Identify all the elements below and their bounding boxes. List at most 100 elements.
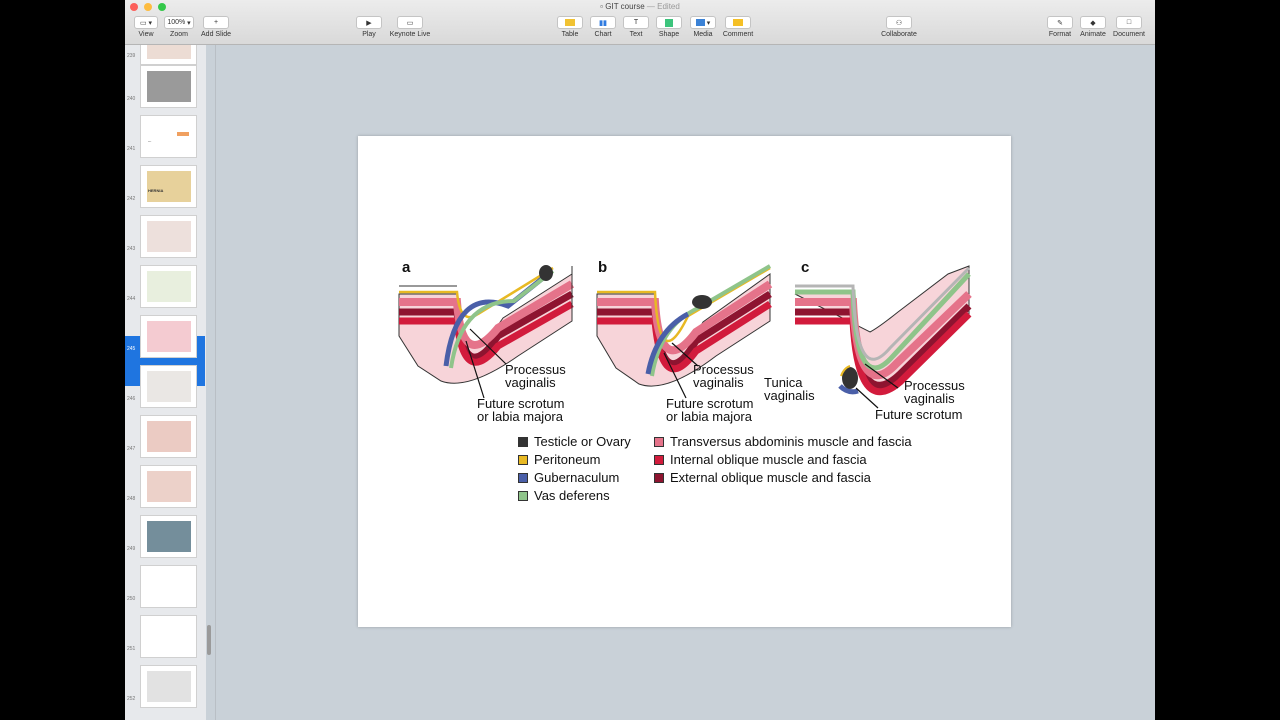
navigator-scrollbar[interactable]	[207, 625, 211, 655]
panel-a-label: a	[402, 259, 411, 276]
legend-swatch	[518, 473, 528, 483]
thumbnail-preview	[147, 371, 191, 402]
legend-label: Peritoneum	[534, 452, 601, 467]
add-slide-button[interactable]: + Add Slide	[201, 16, 231, 38]
thumbnail-preview	[177, 132, 189, 136]
add-slide-label: Add Slide	[201, 31, 231, 38]
slide-canvas[interactable]: a b c Processus vaginalis Future scrotum…	[358, 136, 1011, 627]
thumbnail-preview	[147, 621, 191, 652]
thumbnail-preview	[147, 221, 191, 252]
thumbnail-text: HERNIA	[148, 188, 164, 193]
chart-icon: ▮▮	[590, 16, 616, 29]
panel-c-label: c	[801, 259, 810, 276]
legend-swatch	[518, 455, 528, 465]
annotation-c-future: Future scrotum	[875, 407, 963, 422]
annotation-text: vaginalis	[904, 391, 955, 406]
thumbnail-preview	[147, 45, 191, 59]
zoom-button-control[interactable]: 100% ▾ Zoom	[163, 16, 195, 38]
slide-number: 241	[127, 146, 136, 152]
legend-swatch	[654, 455, 664, 465]
shape-label: Shape	[658, 31, 680, 38]
media-button[interactable]: ▾ Media	[690, 16, 716, 38]
thumbnail-preview	[147, 671, 191, 702]
legend-swatch	[518, 491, 528, 501]
legend-swatch	[654, 473, 664, 483]
sidebar-icon: ▭ ▾	[134, 16, 158, 29]
slide-thumbnail[interactable]: ...	[140, 115, 197, 158]
slide-thumbnail[interactable]	[140, 415, 197, 458]
play-label: Play	[362, 31, 376, 38]
slide-thumbnail[interactable]	[140, 465, 197, 508]
animate-icon: ◆	[1080, 16, 1106, 29]
slide-number: 242	[127, 196, 136, 202]
play-icon: ▶	[356, 16, 382, 29]
slide-number: 247	[127, 446, 136, 452]
thumbnail-preview	[147, 71, 191, 102]
slide-thumbnail[interactable]	[140, 565, 197, 608]
slide-number: 240	[127, 96, 136, 102]
annotation-text: vaginalis	[693, 375, 744, 390]
annotation-text: or labia majora	[666, 409, 752, 424]
legend-swatch	[518, 437, 528, 447]
slide-number: 246	[127, 396, 136, 402]
annotation-c-tunica: Tunica vaginalis	[764, 376, 815, 402]
view-label: View	[138, 31, 154, 38]
slide-number: 239	[127, 53, 136, 59]
view-button[interactable]: ▭ ▾ View	[133, 16, 159, 38]
text-icon: T	[623, 16, 649, 29]
plus-icon: +	[203, 16, 229, 29]
zoom-select[interactable]: 100% ▾	[164, 16, 194, 29]
slide-thumbnail[interactable]	[140, 665, 197, 708]
window-title: ▫ GIT course — Edited	[125, 2, 1155, 11]
slide-number: 248	[127, 496, 136, 502]
toolbar: ▫ GIT course — Edited ▭ ▾ View 100% ▾ Zo…	[125, 0, 1155, 45]
table-button[interactable]: Table	[557, 16, 583, 38]
slide-number: 244	[127, 296, 136, 302]
slide-thumbnail[interactable]	[140, 315, 197, 358]
shape-button[interactable]: Shape	[656, 16, 682, 38]
annotation-c-processus: Processus vaginalis	[904, 379, 965, 405]
format-button[interactable]: ✎ Format	[1045, 16, 1075, 38]
legend-label: Transversus abdominis muscle and fascia	[670, 434, 912, 449]
collaborate-button[interactable]: ⚇ Collaborate	[877, 16, 921, 38]
panel-b-label: b	[598, 259, 608, 276]
window-title-text: GIT course	[605, 2, 645, 11]
collaborate-label: Collaborate	[881, 31, 917, 38]
slide-thumbnail[interactable]	[140, 515, 197, 558]
annotation-b-future: Future scrotum or labia majora	[666, 397, 753, 423]
annotation-text: or labia majora	[477, 409, 563, 424]
document-icon: ▫	[600, 2, 604, 11]
zoom-value: 100%	[167, 19, 186, 26]
text-label: Text	[629, 31, 643, 38]
slide-number: 243	[127, 246, 136, 252]
slide-thumbnail[interactable]	[140, 265, 197, 308]
media-icon: ▾	[690, 16, 716, 29]
animate-label: Animate	[1080, 31, 1106, 38]
play-button[interactable]: ▶ Play	[355, 16, 383, 38]
annotation-a-future: Future scrotum or labia majora	[477, 397, 564, 423]
slide-thumbnail[interactable]	[140, 215, 197, 258]
slide-number: 252	[127, 696, 136, 702]
comment-button[interactable]: Comment	[722, 16, 754, 38]
legend-label: Internal oblique muscle and fascia	[670, 452, 867, 467]
annotation-text: vaginalis	[505, 375, 556, 390]
slide-thumbnail[interactable]	[140, 365, 197, 408]
sidebar-divider[interactable]	[215, 45, 216, 720]
document-button[interactable]: □ Document	[1111, 16, 1147, 38]
slide-thumbnail[interactable]: HERNIA	[140, 165, 197, 208]
slide-thumbnail[interactable]	[140, 45, 197, 65]
edited-status: — Edited	[646, 2, 680, 11]
slide-thumbnail[interactable]	[140, 615, 197, 658]
thumbnail-text: ...	[148, 138, 152, 143]
animate-button[interactable]: ◆ Animate	[1078, 16, 1108, 38]
keynote-live-button[interactable]: ▭ Keynote Live	[389, 16, 431, 38]
chart-button[interactable]: ▮▮ Chart	[590, 16, 616, 38]
thumbnail-preview	[147, 521, 191, 552]
chart-label: Chart	[594, 31, 612, 38]
text-button[interactable]: T Text	[623, 16, 649, 38]
legend-label: Vas deferens	[534, 488, 610, 503]
thumbnail-preview	[147, 171, 191, 202]
slide-number: 245	[127, 346, 136, 352]
legend-label: Gubernaculum	[534, 470, 620, 485]
slide-thumbnail[interactable]	[140, 65, 197, 108]
